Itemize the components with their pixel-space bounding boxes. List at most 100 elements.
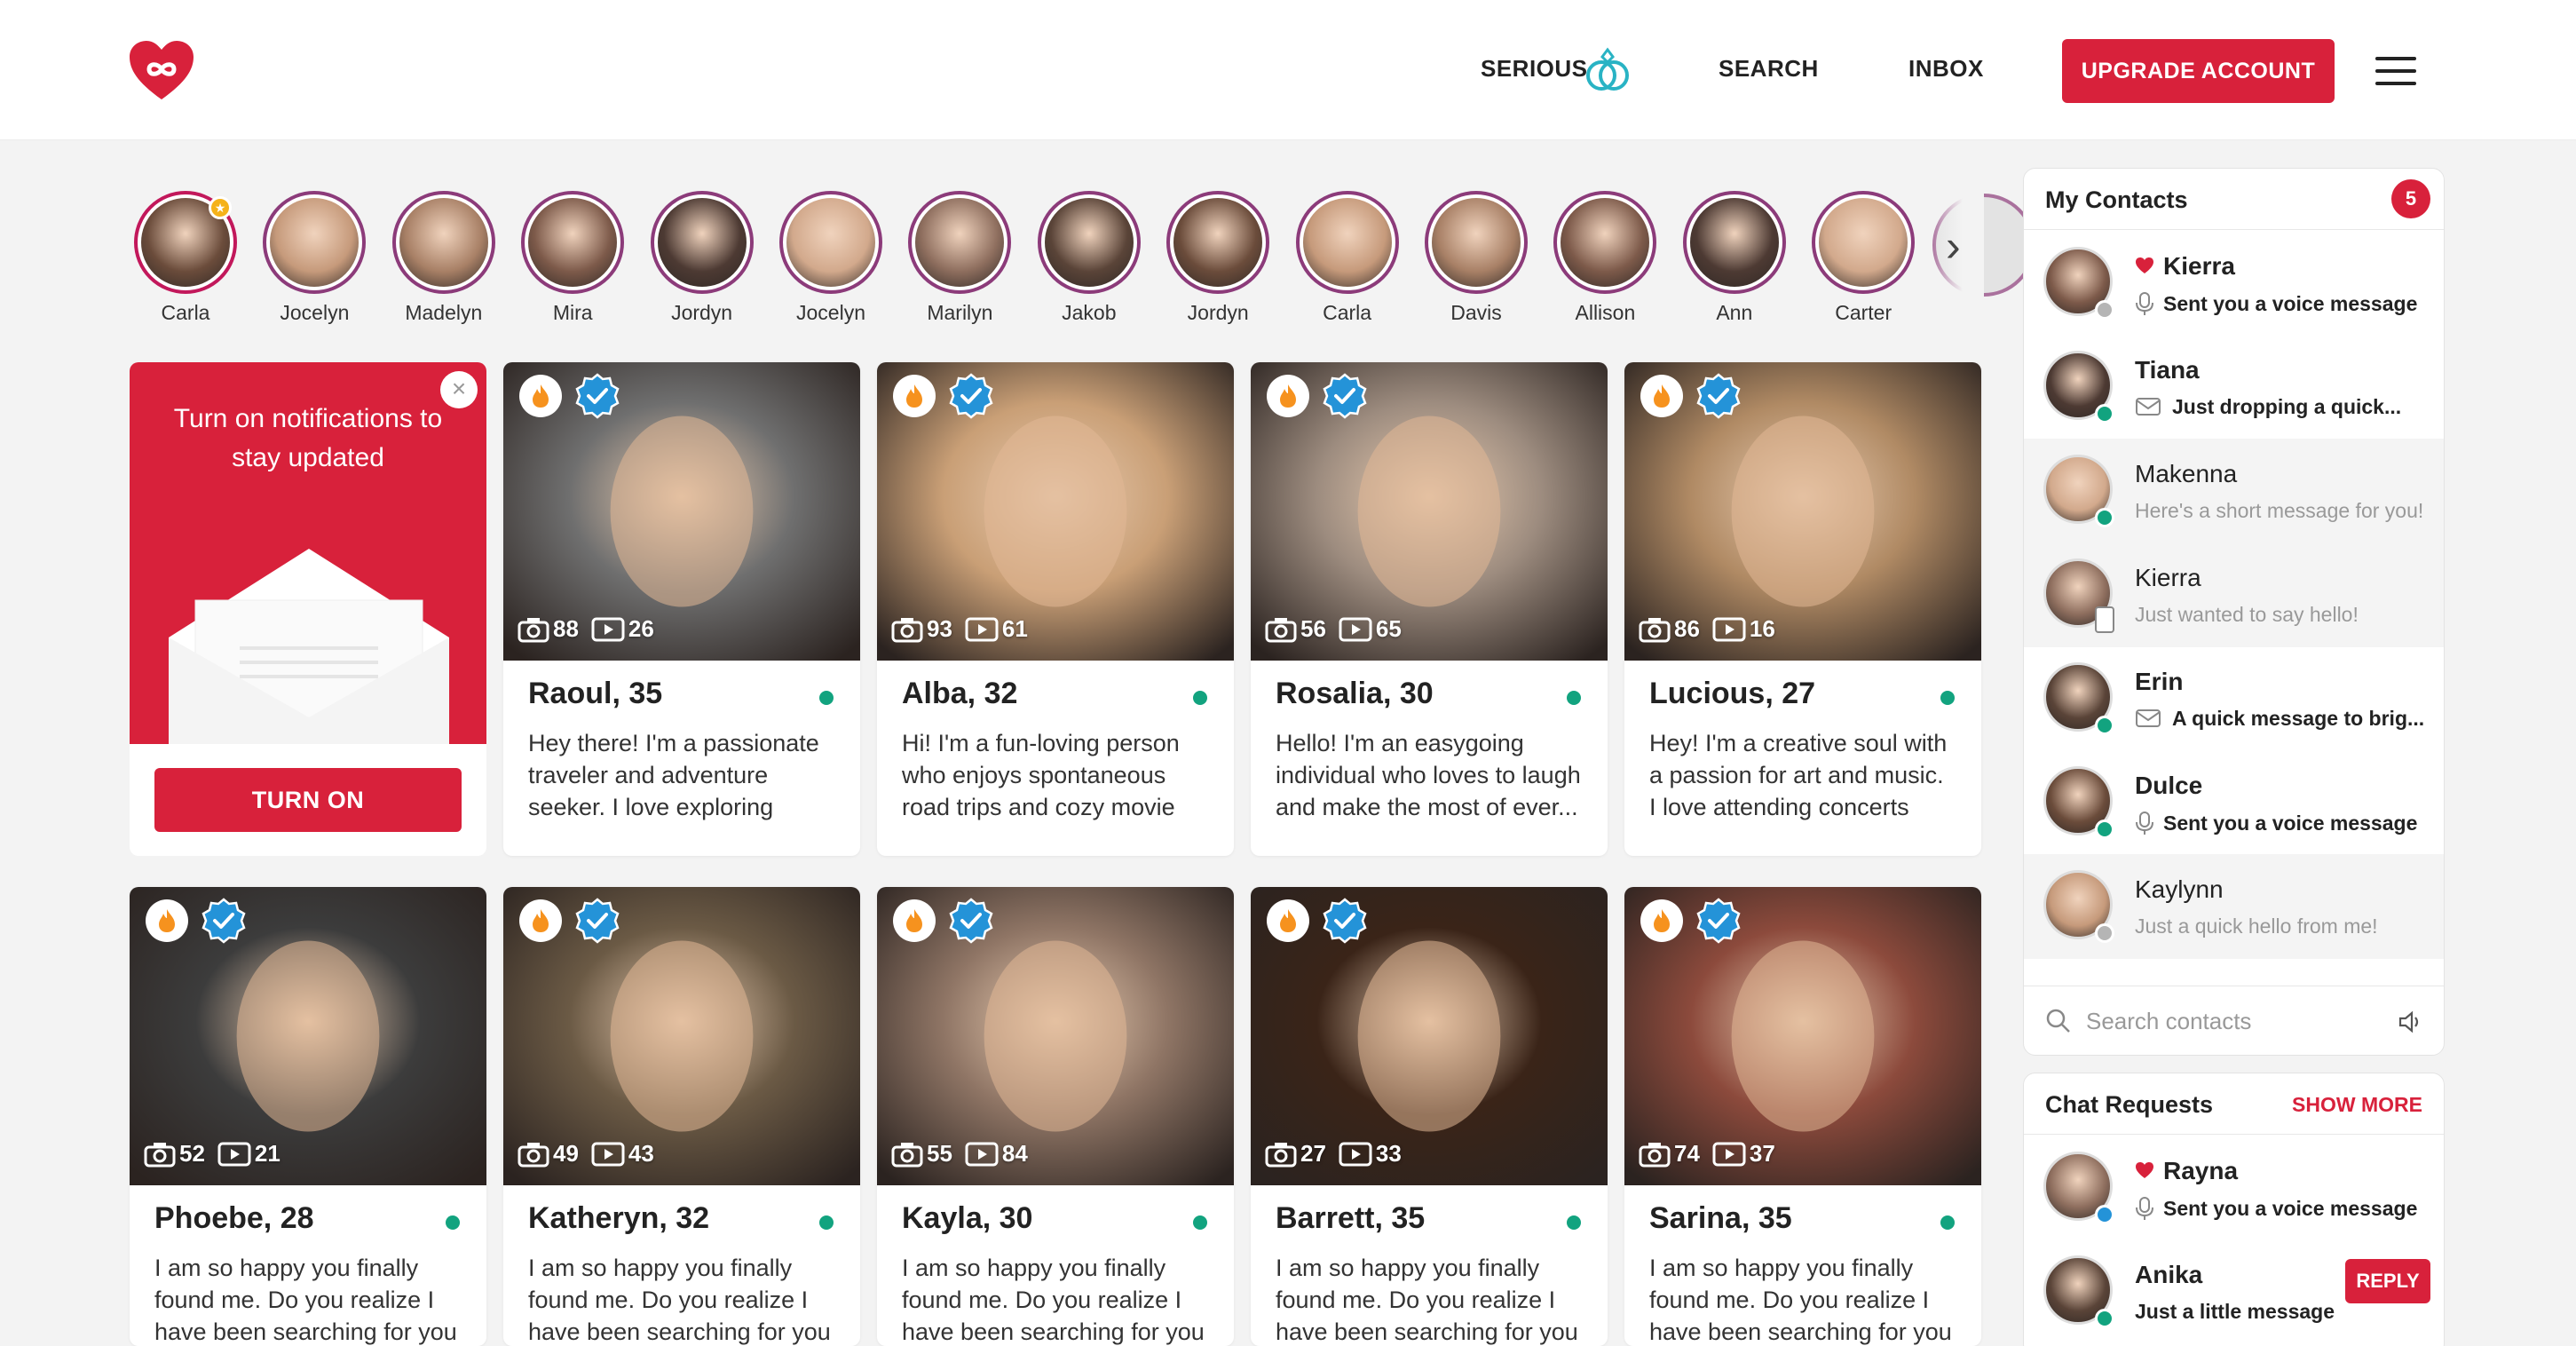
photo-count: 27 <box>1300 1140 1326 1167</box>
search-icon <box>2046 1009 2070 1033</box>
reply-button[interactable]: REPLY <box>2345 1259 2430 1303</box>
nav-serious[interactable]: SERIOUS <box>1481 55 1588 83</box>
contact-name: Erin <box>2135 668 2183 696</box>
profile-card[interactable]: 93 61 Alba, 32 Hi! I'm a fun-loving person … <box>877 362 1234 856</box>
story-avatar-ring <box>1166 191 1270 294</box>
chat-requests-panel: Chat Requests SHOW MORE Rayna Sent you a … <box>2023 1073 2445 1346</box>
contact-row[interactable]: Kierra Just wanted to say hello! <box>2024 542 2444 647</box>
story-item[interactable]: Madelyn <box>386 191 502 325</box>
contact-name-text: Erin <box>2135 668 2184 695</box>
profile-photo[interactable]: 88 26 <box>503 362 860 661</box>
profile-name[interactable]: Alba, 32 <box>902 677 1209 711</box>
contact-message-text: Just dropping a quick... <box>2172 395 2402 418</box>
hamburger-menu-icon[interactable] <box>2375 57 2416 85</box>
contacts-title: My Contacts <box>2045 186 2188 213</box>
camera-icon <box>518 617 549 642</box>
video-count: 61 <box>1001 615 1028 642</box>
envelope-icon <box>169 549 449 744</box>
request-message: Just a little message <box>2135 1300 2428 1324</box>
profile-bio: Hi! I'm a fun-loving person who enjoys s… <box>902 730 1180 820</box>
profile-name[interactable]: Katheryn, 32 <box>528 1201 835 1236</box>
profile-card[interactable]: 49 43 Katheryn, 32 I am so happy you finall… <box>503 887 860 1346</box>
turn-on-button[interactable]: TURN ON <box>154 768 462 832</box>
story-item[interactable]: Mira <box>515 191 630 325</box>
upgrade-account-button[interactable]: UPGRADE ACCOUNT <box>2062 39 2335 103</box>
profile-bio: I am so happy you finally found me. Do y… <box>1276 1255 1578 1345</box>
contact-name: Kierra <box>2135 564 2201 592</box>
profile-photo[interactable]: 49 43 <box>503 887 860 1185</box>
video-icon <box>1712 617 1746 641</box>
contact-message-text: Sent you a voice message <box>2163 811 2418 835</box>
video-count: 43 <box>628 1140 654 1167</box>
profile-name[interactable]: Rosalia, 30 <box>1276 677 1583 711</box>
contact-message-text: Here's a short message for you! <box>2135 499 2424 522</box>
story-item[interactable]: Jakob <box>1031 191 1147 325</box>
contact-row[interactable]: Makenna Here's a short message for you! <box>2024 439 2444 543</box>
story-name: Madelyn <box>405 301 483 324</box>
profile-name[interactable]: Kayla, 30 <box>902 1201 1209 1236</box>
profile-photo[interactable]: 86 16 <box>1624 362 1981 661</box>
media-counts: 88 26 <box>518 615 667 643</box>
contact-row[interactable]: Kaylynn Just a quick hello from me! <box>2024 854 2444 959</box>
contact-row[interactable]: Dulce Sent you a voice message <box>2024 750 2444 855</box>
video-count: 37 <box>1749 1140 1775 1167</box>
profile-name[interactable]: Sarina, 35 <box>1649 1201 1956 1236</box>
chat-request-row[interactable]: Anika Just a little message REPLY <box>2024 1239 2444 1344</box>
show-more-link[interactable]: SHOW MORE <box>2292 1093 2422 1117</box>
story-item[interactable]: Jordyn <box>644 191 760 325</box>
profile-photo[interactable]: 56 65 <box>1251 362 1608 661</box>
story-avatar-ring <box>1037 191 1141 294</box>
profile-card[interactable]: 52 21 Phoebe, 28 I am so happy you finally … <box>130 887 486 1346</box>
fire-icon <box>146 899 188 942</box>
photo-count: 88 <box>553 615 579 642</box>
avatar <box>1044 198 1134 287</box>
profile-card[interactable]: 56 65 Rosalia, 30 Hello! I'm an easygoing i… <box>1251 362 1608 856</box>
story-item[interactable]: Jocelyn <box>773 191 889 325</box>
heart-logo-icon[interactable] <box>128 39 195 101</box>
story-item[interactable]: Allison <box>1547 191 1663 325</box>
verified-check-icon <box>949 373 993 419</box>
profile-photo[interactable]: 93 61 <box>877 362 1234 661</box>
profile-name[interactable]: Lucious, 27 <box>1649 677 1956 711</box>
story-item[interactable]: Davis <box>1418 191 1534 325</box>
story-item[interactable]: ★ Carla <box>128 191 243 325</box>
stories-strip: ★ Carla Jocelyn Madelyn Mira Jordyn Jocelyn Mar… <box>128 191 1983 333</box>
photo-count: 49 <box>553 1140 579 1167</box>
story-item[interactable]: Jordyn <box>1160 191 1276 325</box>
media-counts: 74 37 <box>1639 1140 1788 1168</box>
profile-card[interactable]: 27 33 Barrett, 35 I am so happy you finally… <box>1251 887 1608 1346</box>
profile-name[interactable]: Phoebe, 28 <box>154 1201 462 1236</box>
contact-row[interactable]: Tiana Just dropping a quick... <box>2024 335 2444 439</box>
profile-card[interactable]: 86 16 Lucious, 27 Hey! I'm a creative soul … <box>1624 362 1981 856</box>
speaker-icon[interactable] <box>2397 1010 2423 1034</box>
profile-photo[interactable]: 74 37 <box>1624 887 1981 1185</box>
profile-name[interactable]: Barrett, 35 <box>1276 1201 1583 1236</box>
profile-photo[interactable]: 55 84 <box>877 887 1234 1185</box>
request-message-text: Just a little message <box>2135 1300 2335 1323</box>
profile-card[interactable]: 74 37 Sarina, 35 I am so happy you finally … <box>1624 887 1981 1346</box>
story-item[interactable]: Carter <box>1806 191 1921 325</box>
contact-row[interactable]: Kierra Sent you a voice message <box>2024 231 2444 336</box>
story-item[interactable]: Ann <box>1677 191 1792 325</box>
chat-request-row[interactable]: Rayna Sent you a voice message <box>2024 1136 2444 1240</box>
profile-photo[interactable]: 52 21 <box>130 887 486 1185</box>
verified-check-icon <box>1696 898 1741 944</box>
profile-photo[interactable]: 27 33 <box>1251 887 1608 1185</box>
nav-inbox[interactable]: INBOX <box>1908 55 1984 83</box>
nav-search[interactable]: SEARCH <box>1719 55 1819 83</box>
contact-name-text: Kierra <box>2135 564 2201 591</box>
profile-card[interactable]: 55 84 Kayla, 30 I am so happy you finally f… <box>877 887 1234 1346</box>
profile-card[interactable]: 88 26 Raoul, 35 Hey there! I'm a passionate… <box>503 362 860 856</box>
chevron-right-icon[interactable]: › <box>1946 224 1961 268</box>
profile-name[interactable]: Raoul, 35 <box>528 677 835 711</box>
camera-icon <box>518 1142 549 1167</box>
contact-row[interactable]: Erin A quick message to brig... <box>2024 646 2444 751</box>
status-dot <box>2095 508 2114 527</box>
story-item[interactable]: Carla <box>1290 191 1405 325</box>
story-item[interactable]: Marilyn <box>902 191 1017 325</box>
close-icon[interactable]: × <box>440 371 478 408</box>
search-contacts-input[interactable] <box>2086 1002 2379 1040</box>
contact-message: Just wanted to say hello! <box>2135 603 2428 627</box>
contact-name-text: Makenna <box>2135 460 2238 487</box>
story-item[interactable]: Jocelyn <box>257 191 372 325</box>
